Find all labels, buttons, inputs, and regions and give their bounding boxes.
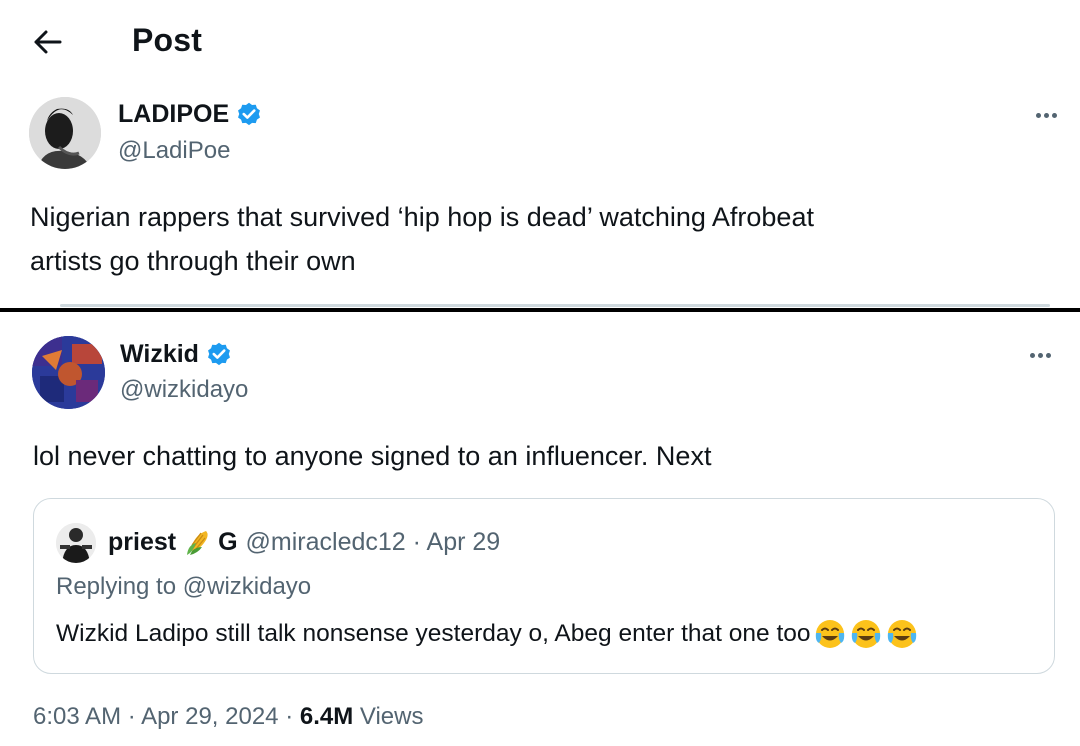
embedded-media-edge — [60, 304, 1050, 307]
tears-of-joy-emoji-icon — [851, 620, 880, 648]
dot-icon — [1045, 352, 1051, 358]
views-label: Views — [359, 703, 424, 730]
ladipoe-avatar-image — [29, 97, 101, 169]
post-text: Nigerian rappers that survived ‘hip hop … — [30, 195, 814, 283]
replying-to-label: Replying to — [56, 573, 177, 600]
quoted-post-card[interactable]: priest G @miracledc12 · Apr 29 Replying … — [33, 498, 1055, 674]
dot-icon — [1035, 112, 1041, 118]
author-handle[interactable]: @LadiPoe — [118, 137, 230, 165]
quoted-post-header: priest G @miracledc12 · Apr 29 — [108, 527, 500, 557]
quoted-author-name-suffix: G — [218, 527, 238, 556]
separator: · — [127, 703, 136, 730]
screenshot-divider — [0, 308, 1080, 312]
replying-to-handle[interactable]: @wizkidayo — [183, 573, 311, 600]
separator: · — [285, 703, 294, 730]
reply-author-display-name[interactable]: Wizkid — [120, 340, 199, 369]
corn-emoji-icon — [187, 531, 208, 555]
quoted-author-name[interactable]: priest — [108, 528, 176, 557]
avatar[interactable] — [32, 336, 105, 409]
post-text-line: artists go through their own — [30, 246, 356, 276]
reply-author-name-row: Wizkid — [120, 340, 233, 369]
verified-badge-icon — [207, 342, 230, 365]
quoted-post-text-row: Wizkid Ladipo still talk nonsense yester… — [56, 617, 919, 651]
more-options-button[interactable] — [1020, 345, 1060, 365]
views-count: 6.4M — [299, 703, 354, 730]
priest-avatar-image — [56, 523, 96, 563]
author-display-name[interactable]: LADIPOE — [118, 100, 229, 129]
avatar[interactable] — [29, 97, 101, 169]
page-title: Post — [132, 22, 203, 58]
tears-of-joy-emoji-icon — [815, 620, 844, 648]
reply-post-text: lol never chatting to anyone signed to a… — [33, 441, 712, 471]
reply-author-handle[interactable]: @wizkidayo — [120, 376, 248, 404]
dot-icon — [1029, 352, 1035, 358]
quoted-post-text: Wizkid Ladipo still talk nonsense yester… — [56, 620, 811, 647]
more-options-button[interactable] — [1026, 105, 1066, 125]
timestamp-time[interactable]: 6:03 AM — [33, 703, 121, 730]
author-name-row: LADIPOE — [118, 100, 263, 129]
tears-of-joy-emoji-icon — [887, 620, 916, 648]
timestamp-date[interactable]: Apr 29, 2024 — [141, 703, 278, 730]
avatar[interactable] — [56, 523, 96, 563]
original-post-panel: Post LADIPOE @LadiPoe Nigerian rappers t… — [0, 0, 1080, 308]
replying-to-line: Replying to @wizkidayo — [56, 573, 311, 601]
post-text-line: Nigerian rappers that survived ‘hip hop … — [30, 202, 814, 232]
verified-badge-icon — [238, 102, 261, 125]
dot-icon — [1043, 112, 1049, 118]
dot-icon — [1051, 112, 1057, 118]
back-button[interactable] — [28, 24, 68, 60]
quoted-author-handle-date[interactable]: @miracledc12 · Apr 29 — [246, 528, 501, 557]
wizkid-avatar-image — [32, 336, 105, 409]
dot-icon — [1037, 352, 1043, 358]
post-timestamp-views: 6:03 AM · Apr 29, 2024 · 6.4M Views — [33, 703, 423, 731]
back-arrow-icon — [34, 30, 62, 54]
